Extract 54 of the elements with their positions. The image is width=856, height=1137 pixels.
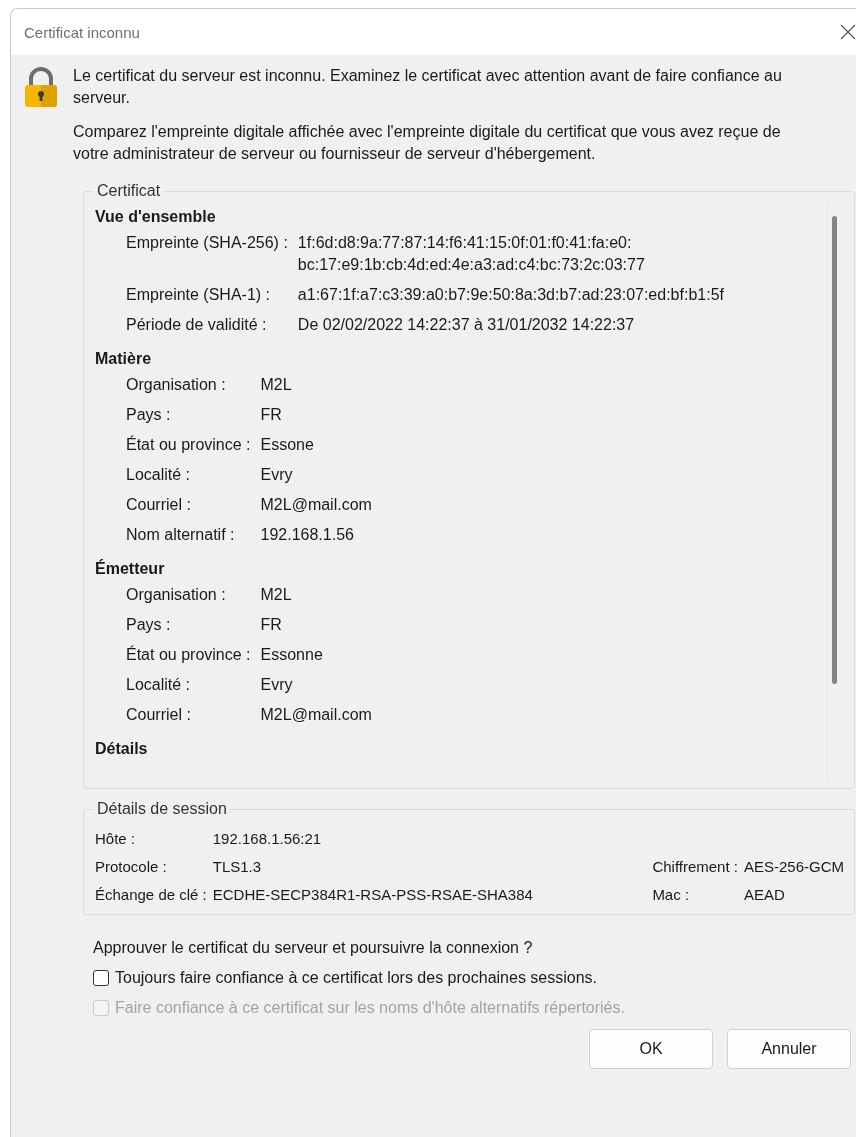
field-value: ECDHE-SECP384R1-RSA-PSS-RSAE-SHA384 xyxy=(212,885,534,905)
section-heading: Émetteur xyxy=(95,560,166,578)
question-text: Approuver le certificat du serveur et poursuivre la connexion ? xyxy=(93,939,534,957)
ok-button[interactable]: OK xyxy=(589,1029,713,1069)
field-value: De 02/02/2022 14:22:37 à 31/01/2032 14:22:37 xyxy=(297,315,636,335)
section-heading: Matière xyxy=(95,350,153,368)
scrollbar[interactable] xyxy=(827,204,840,780)
field-label: Échange de clé : xyxy=(95,885,207,905)
padlock-icon xyxy=(23,67,59,109)
field-value: 192.168.1.56 xyxy=(260,525,355,545)
field-value: M2L@mail.com xyxy=(260,705,373,725)
field-value: Essonne xyxy=(260,645,324,665)
field-value: Evry xyxy=(260,465,294,485)
section-heading: Vue d'ensemble xyxy=(95,208,217,226)
field-value: M2L@mail.com xyxy=(260,495,373,515)
field-value: Essone xyxy=(260,435,315,455)
field-label: État ou province : xyxy=(126,644,251,665)
field-label: Période de validité : xyxy=(126,315,268,335)
message-text: Le certificat du serveur est inconnu. Examinez le certificat avec attention avant de faire confiance au serveur. xyxy=(73,66,783,108)
field-value: M2L xyxy=(260,375,293,395)
field-label: Organisation : xyxy=(126,375,227,395)
field-value: a1:67:1f:a7:c3:39:a0:b7:9e:50:8a:3d:b7:ad:23:07:ed:bf:b1:5f xyxy=(297,285,725,305)
field-label: État ou province : xyxy=(126,434,251,455)
field-value: 192.168.1.56:21 xyxy=(212,829,323,849)
field-label: Localité : xyxy=(126,465,192,485)
field-value: Evry xyxy=(260,675,294,695)
window-title: Certificat inconnu xyxy=(24,23,140,41)
field-label: Pays : xyxy=(126,615,172,635)
field-label: Pays : xyxy=(126,405,172,425)
field-label: Nom alternatif : xyxy=(126,525,236,545)
checkbox[interactable] xyxy=(93,970,109,986)
field-value: M2L xyxy=(260,585,293,605)
checkbox-option[interactable]: Toujours faire confiance à ce certificat lors des prochaines sessions. xyxy=(93,969,855,987)
cancel-button[interactable]: Annuler xyxy=(727,1029,851,1069)
field-label: Hôte : xyxy=(95,829,137,849)
field-label: Courriel : xyxy=(126,705,192,725)
field-value: TLS1.3 xyxy=(212,857,263,877)
field-value: 1f:6d:d8:9a:77:87:14:f6:41:15:0f:01:f0:41:fa:e0: bc:17:e9:1b:cb:4d:ed:4e:a3:ad:c4:bc:73:2c:03:77 xyxy=(297,233,646,275)
field-label: Empreinte (SHA-256) : xyxy=(126,233,288,253)
field-label: Courriel : xyxy=(126,495,192,515)
field-label: Mac : xyxy=(652,885,691,905)
field-label: Localité : xyxy=(126,675,192,695)
field-label: Empreinte (SHA-1) : xyxy=(126,285,272,305)
field-label: Chiffrement : xyxy=(652,857,738,877)
field-value: FR xyxy=(260,405,283,425)
field-value: AES-256-GCM xyxy=(743,857,844,877)
message-text: Comparez l'empreinte digitale affichée avec l'empreinte digitale du certificat que vous avez reçue de votre administrateur de serveur ou fournisseur de serveur d'hébergement. xyxy=(73,122,782,164)
scrollbar-thumb[interactable] xyxy=(832,216,837,684)
section-heading: Détails xyxy=(95,740,149,758)
close-icon[interactable] xyxy=(840,24,856,40)
field-value: FR xyxy=(260,615,283,635)
field-value: AEAD xyxy=(743,885,786,905)
field-label: Organisation : xyxy=(126,585,227,605)
field-label: Protocole : xyxy=(95,857,168,877)
